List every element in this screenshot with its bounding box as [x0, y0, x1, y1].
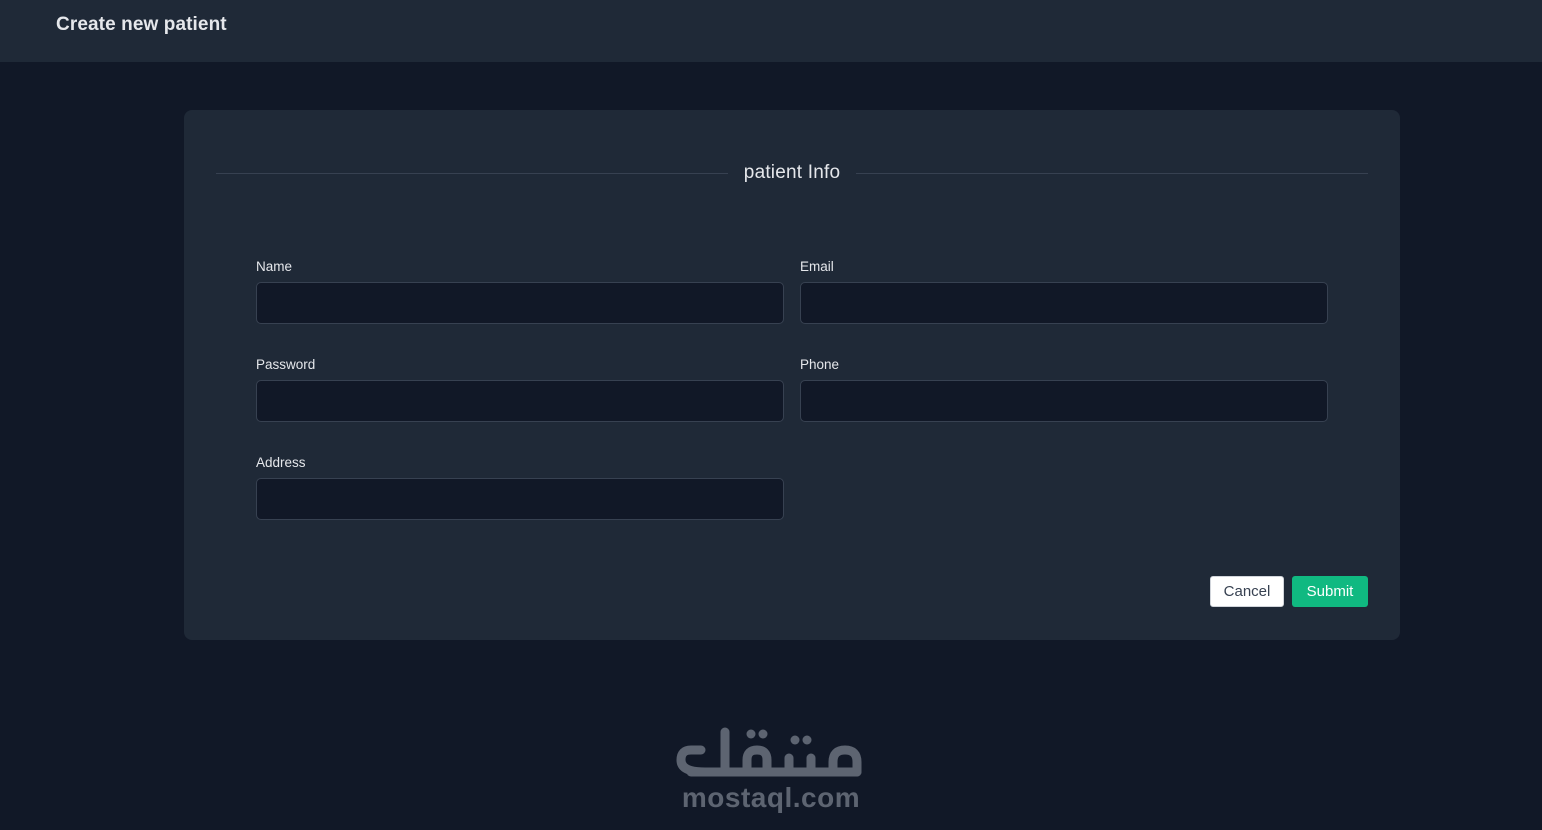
phone-label: Phone [800, 357, 840, 372]
password-field-group: Password [256, 357, 784, 422]
password-label: Password [256, 357, 316, 372]
submit-button[interactable]: Submit [1292, 576, 1368, 607]
top-bar: Create new patient [0, 0, 1542, 62]
section-title: patient Info [743, 162, 841, 183]
phone-input[interactable] [800, 380, 1328, 422]
watermark-text: mostaql.com [681, 782, 861, 813]
patient-form-card: patient Info Name Email Password Phone A… [184, 110, 1400, 640]
address-label: Address [256, 455, 306, 470]
name-input[interactable] [256, 282, 784, 324]
watermark: mostaql.com [671, 722, 871, 818]
cancel-button[interactable]: Cancel [1210, 576, 1284, 607]
password-input[interactable] [256, 380, 784, 422]
divider-line-right [856, 172, 1369, 174]
name-field-group: Name [256, 259, 784, 324]
email-input[interactable] [800, 282, 1328, 324]
divider-line-left [216, 172, 728, 174]
email-field-group: Email [800, 259, 1328, 324]
watermark-logo-icon [676, 727, 862, 777]
name-label: Name [256, 259, 293, 274]
section-divider: patient Info [216, 160, 1369, 186]
email-label: Email [800, 259, 834, 274]
phone-field-group: Phone [800, 357, 1328, 422]
page-title: Create new patient [56, 14, 227, 35]
address-field-group: Address [256, 455, 784, 520]
address-input[interactable] [256, 478, 784, 520]
